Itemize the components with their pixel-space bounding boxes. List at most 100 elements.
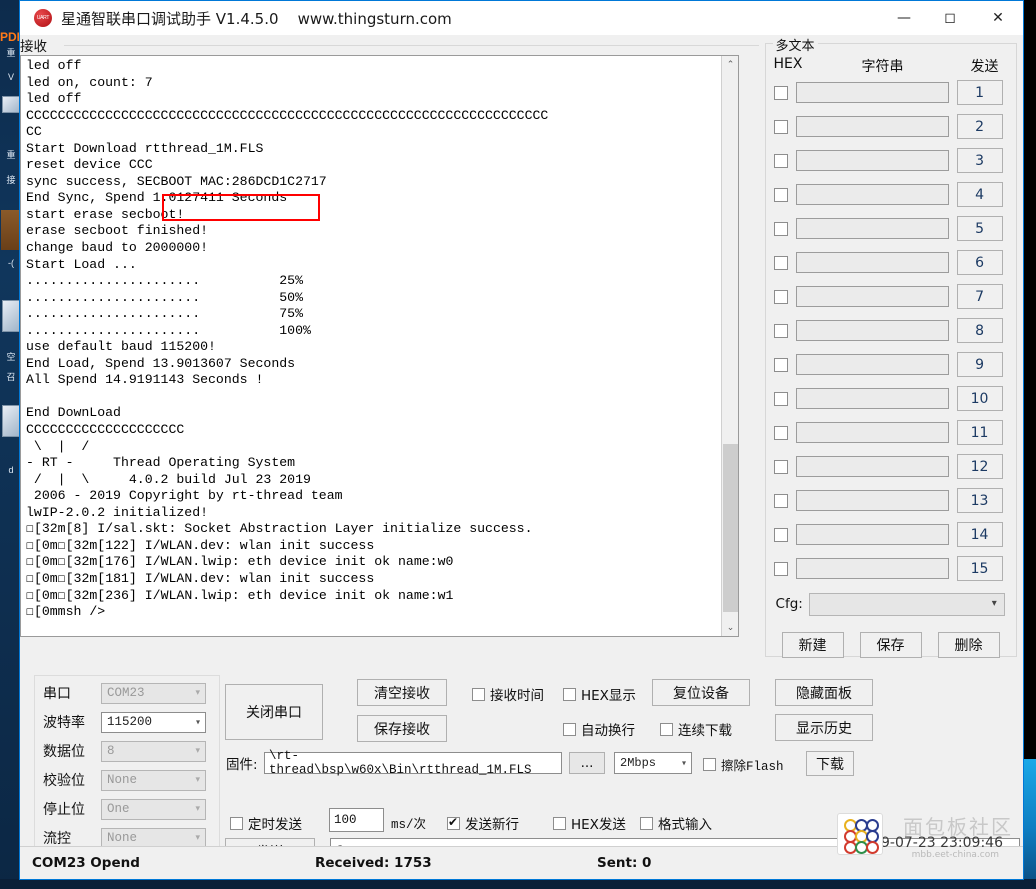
continuous-download-checkbox[interactable]: 连续下载	[660, 719, 732, 739]
port-select[interactable]: COM23 ▾	[101, 682, 206, 704]
hex-send-checkbox[interactable]: HEX发送	[553, 813, 626, 833]
desktop-icon	[1, 210, 20, 250]
cfg-delete-button[interactable]: 删除	[937, 632, 1000, 658]
checkbox-box	[447, 815, 460, 830]
multitext-send-button-10[interactable]: 10	[956, 386, 1003, 411]
multitext-hex-checkbox[interactable]	[773, 153, 788, 168]
cfg-select[interactable]: ▾	[808, 592, 1005, 616]
left-column: 接收 led off led on, count: 7 led off CCCC…	[20, 35, 1020, 879]
close-button[interactable]: ✕	[973, 1, 1023, 35]
label-flowcontrol: 流控	[43, 831, 71, 847]
multitext-hex-checkbox[interactable]	[773, 255, 788, 270]
multitext-send-button-5[interactable]: 5	[956, 216, 1003, 241]
multitext-send-button-14[interactable]: 14	[956, 522, 1003, 547]
multitext-hex-checkbox[interactable]	[773, 391, 788, 406]
baudrate-select[interactable]: 115200 ▾	[101, 711, 206, 733]
multitext-legend: 多文本	[772, 35, 818, 54]
auto-wrap-checkbox[interactable]: 自动换行	[563, 719, 635, 739]
send-newline-checkbox[interactable]: 发送新行	[447, 813, 519, 833]
multitext-hex-checkbox[interactable]	[773, 187, 788, 202]
firmware-path-input[interactable]: \rt-thread\bsp\w60x\Bin\rtthread_1M.FLS	[264, 749, 562, 777]
multitext-send-button-13[interactable]: 13	[956, 488, 1003, 513]
multitext-send-button-11[interactable]: 11	[956, 420, 1003, 445]
scroll-down-button[interactable]: ⌄	[722, 619, 738, 636]
multitext-string-input[interactable]	[795, 218, 949, 239]
multitext-hex-checkbox[interactable]	[773, 221, 788, 236]
multitext-send-button-4[interactable]: 4	[956, 182, 1003, 207]
cfg-new-button[interactable]: 新建	[781, 632, 844, 658]
download-speed-select[interactable]: 2Mbps ▾	[614, 752, 692, 774]
multitext-string-input[interactable]	[795, 524, 949, 545]
stopbits-select[interactable]: One ▾	[101, 798, 206, 820]
databits-select[interactable]: 8 ▾	[101, 740, 206, 762]
multitext-hex-checkbox[interactable]	[773, 493, 788, 508]
multitext-send-button-1[interactable]: 1	[956, 80, 1003, 105]
send-interval-input[interactable]: 100	[329, 808, 384, 832]
format-input-checkbox[interactable]: 格式输入	[640, 813, 712, 833]
window-content: 接收 led off led on, count: 7 led off CCCC…	[20, 35, 1023, 879]
multitext-row: 5	[773, 216, 1010, 241]
multitext-row: 3	[773, 148, 1010, 173]
hex-display-checkbox[interactable]: HEX显示	[563, 684, 636, 704]
title-bar[interactable]: UART 星通智联串口调试助手 V1.4.5.0 www.thingsturn.…	[20, 1, 1023, 35]
column-header-string: 字符串	[861, 59, 904, 75]
receive-time-checkbox[interactable]: 接收时间	[472, 684, 544, 704]
clear-receive-button[interactable]: 清空接收	[357, 679, 447, 706]
timed-send-checkbox[interactable]: 定时发送	[230, 813, 302, 833]
reset-device-label: 复位设备	[673, 685, 729, 702]
multitext-string-input[interactable]	[795, 388, 949, 409]
multitext-send-button-7[interactable]: 7	[956, 284, 1003, 309]
multitext-send-button-2[interactable]: 2	[956, 114, 1003, 139]
multitext-hex-checkbox[interactable]	[773, 119, 788, 134]
multitext-send-button-15[interactable]: 15	[956, 556, 1003, 581]
scroll-up-button[interactable]: ⌃	[722, 56, 738, 73]
scrollbar-thumb[interactable]	[723, 444, 738, 612]
multitext-row: 10	[773, 386, 1010, 411]
label-stopbits: 停止位	[43, 802, 85, 818]
multitext-send-button-9[interactable]: 9	[956, 352, 1003, 377]
multitext-string-input[interactable]	[795, 252, 949, 273]
multitext-hex-checkbox[interactable]	[773, 425, 788, 440]
multitext-hex-checkbox[interactable]	[773, 357, 788, 372]
multitext-string-input[interactable]	[795, 82, 949, 103]
multitext-hex-checkbox[interactable]	[773, 323, 788, 338]
maximize-button[interactable]: ◻	[927, 1, 973, 35]
multitext-send-button-3[interactable]: 3	[956, 148, 1003, 173]
reset-device-button[interactable]: 复位设备	[652, 679, 750, 706]
browse-firmware-button[interactable]: ...	[569, 752, 605, 774]
cfg-row: Cfg: ▾	[776, 592, 1012, 616]
desktop-icon-label: 召	[6, 372, 16, 382]
cfg-save-button[interactable]: 保存	[859, 632, 922, 658]
receive-terminal[interactable]: led off led on, count: 7 led off CCCCCCC…	[20, 55, 739, 637]
multitext-hex-checkbox[interactable]	[773, 527, 788, 542]
multitext-send-button-12[interactable]: 12	[956, 454, 1003, 479]
multitext-hex-checkbox[interactable]	[773, 561, 788, 576]
cfg-save-label: 保存	[876, 638, 905, 654]
multitext-hex-checkbox[interactable]	[773, 459, 788, 474]
chevron-down-icon: ▾	[195, 775, 200, 785]
status-sent: Sent: 0	[597, 855, 652, 871]
multitext-string-input[interactable]	[795, 184, 949, 205]
multitext-string-input[interactable]	[795, 116, 949, 137]
close-port-button[interactable]: 关闭串口	[225, 684, 323, 740]
app-window: UART 星通智联串口调试助手 V1.4.5.0 www.thingsturn.…	[19, 0, 1024, 880]
terminal-scrollbar[interactable]: ⌃ ⌄	[721, 56, 738, 636]
multitext-string-input[interactable]	[795, 422, 949, 443]
multitext-string-input[interactable]	[795, 320, 949, 341]
uart-icon: UART	[34, 9, 52, 27]
multitext-string-input[interactable]	[795, 354, 949, 375]
multitext-hex-checkbox[interactable]	[773, 85, 788, 100]
multitext-string-input[interactable]	[795, 490, 949, 511]
minimize-button[interactable]: —	[881, 1, 927, 35]
multitext-string-input[interactable]	[795, 150, 949, 171]
multitext-string-input[interactable]	[795, 456, 949, 477]
save-receive-button[interactable]: 保存接收	[357, 715, 447, 742]
receive-legend: 接收	[20, 39, 47, 55]
multitext-string-input[interactable]	[795, 558, 949, 579]
multitext-send-button-8[interactable]: 8	[956, 318, 1003, 343]
multitext-send-button-6[interactable]: 6	[956, 250, 1003, 275]
parity-select[interactable]: None ▾	[101, 769, 206, 791]
serial-row-stopbits: 停止位 One ▾	[43, 798, 213, 820]
multitext-string-input[interactable]	[795, 286, 949, 307]
multitext-hex-checkbox[interactable]	[773, 289, 788, 304]
